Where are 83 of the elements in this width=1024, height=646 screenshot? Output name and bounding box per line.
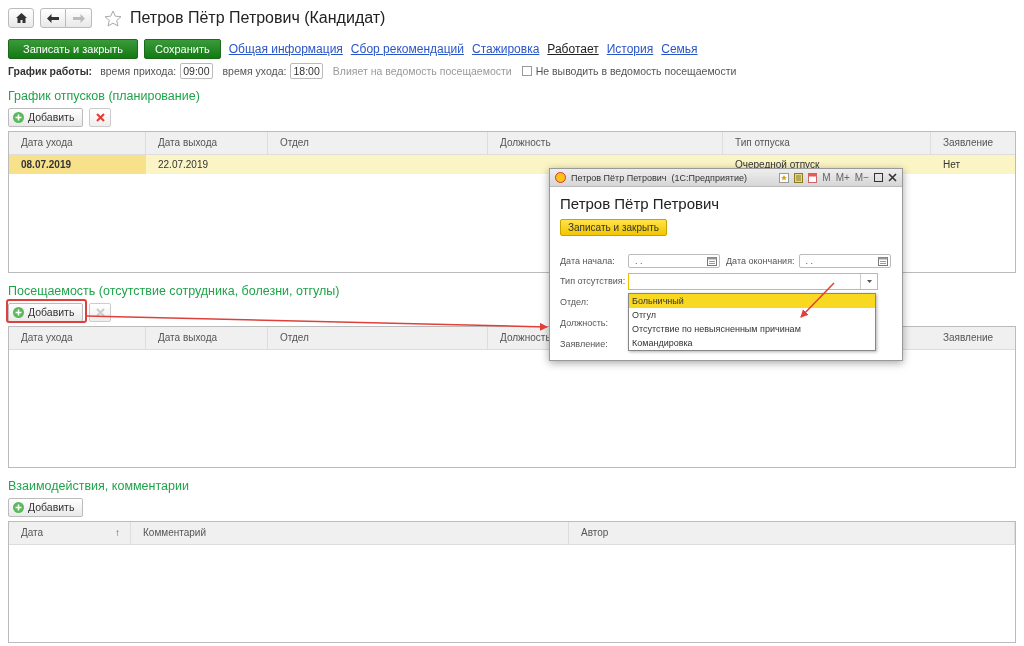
column-header[interactable]: Автор	[581, 527, 609, 544]
home-button[interactable]	[8, 8, 34, 28]
plus-icon	[13, 501, 24, 513]
arrival-label: время прихода:	[100, 64, 177, 77]
column-header[interactable]: Комментарий	[143, 527, 206, 544]
column-header[interactable]: Тип отпуска	[735, 137, 790, 154]
memory-button[interactable]: M+	[835, 172, 850, 183]
caret-icon	[866, 279, 872, 283]
dialog-heading: Петров Пётр Петрович	[560, 195, 721, 212]
star-icon[interactable]	[104, 9, 122, 27]
save-button[interactable]: Сохранить	[144, 39, 221, 59]
field-label: Дата окончания:	[726, 256, 795, 266]
field-label: Дата начала:	[560, 256, 616, 266]
close-icon	[95, 307, 105, 317]
calendar-icon[interactable]	[707, 256, 717, 266]
column-header[interactable]: Дата ухода	[21, 332, 73, 349]
tab-link[interactable]: История	[606, 42, 654, 56]
close-icon	[95, 112, 105, 122]
arrow	[800, 282, 835, 318]
column-header[interactable]: Отдел	[280, 332, 309, 349]
schedule-label: График работы:	[8, 64, 93, 77]
leave-label: время ухода:	[222, 64, 287, 77]
table-cell: Очередной отпуск	[735, 159, 820, 170]
save-close-button[interactable]: Записать и закрыть	[560, 219, 667, 236]
tab-link[interactable]: Стажировка	[472, 42, 540, 56]
column-header[interactable]: Заявление	[943, 137, 994, 154]
column-header[interactable]: Дата выхода	[158, 332, 218, 349]
field-label: Отдел:	[560, 297, 590, 307]
add-button[interactable]: Добавить	[8, 497, 84, 517]
tab-link[interactable]: Работает	[547, 42, 599, 56]
dropdown-option[interactable]: Больничный	[629, 294, 875, 308]
section-title: График отпусков (планирование)	[8, 89, 201, 104]
field-label: Тип отсутствия:	[560, 276, 624, 286]
column-header[interactable]: Должность	[500, 332, 551, 349]
column-header[interactable]: Дата	[21, 527, 44, 544]
star-icon[interactable]	[779, 172, 790, 183]
column-header[interactable]: Должность	[500, 137, 551, 154]
plus-icon	[13, 111, 24, 123]
plus-icon	[13, 306, 24, 318]
table-cell: Нет	[943, 159, 961, 170]
time-field[interactable]: 18:00	[290, 62, 323, 79]
section-title: Взаимодействия, комментарии	[8, 479, 190, 494]
maximize-icon[interactable]	[874, 173, 883, 182]
calculator-icon[interactable]	[794, 172, 804, 183]
close-icon[interactable]	[888, 173, 897, 182]
dialog-title: Петров Пётр Петрович (1С:Предприятие)	[571, 172, 747, 183]
time-field[interactable]: 09:00	[180, 62, 213, 79]
checkbox[interactable]	[521, 65, 532, 76]
arrow-left-icon	[47, 13, 59, 23]
save-close-button[interactable]: Записать и закрыть	[8, 39, 139, 59]
back-button[interactable]	[40, 8, 66, 28]
add-button[interactable]: Добавить	[8, 302, 84, 322]
home-icon	[15, 13, 27, 23]
column-header[interactable]: Дата ухода	[21, 137, 73, 154]
tab-link[interactable]: Сбор рекомендаций	[350, 42, 464, 56]
checkbox-label: Не выводить в ведомость посещаемости	[535, 64, 737, 77]
dropdown-option[interactable]: Отгул	[629, 308, 875, 322]
delete-button[interactable]	[89, 107, 112, 127]
column-header[interactable]: Дата выхода	[158, 137, 218, 154]
tab-link[interactable]: Семья	[661, 42, 698, 56]
calendar-icon[interactable]	[808, 172, 818, 183]
date-field[interactable]: . .	[798, 254, 891, 268]
tab-link[interactable]: Общая информация	[228, 42, 343, 56]
memory-button[interactable]: M−	[854, 172, 869, 183]
field-label: Должность:	[560, 318, 610, 328]
column-header[interactable]: Заявление	[943, 332, 994, 349]
table-cell: 08.07.2019	[21, 159, 72, 170]
sort-indicator[interactable]: ↑	[115, 527, 120, 544]
app-logo-icon	[555, 172, 566, 183]
dropdown-field[interactable]	[628, 272, 878, 290]
section-title: Посещаемость (отсутствие сотрудника, болезни, отгулы)	[8, 284, 341, 299]
column-header[interactable]: Отдел	[280, 137, 309, 154]
dropdown-option[interactable]: Отсутствие по невыясненным причинам	[629, 322, 875, 336]
calendar-icon[interactable]	[877, 256, 888, 266]
note-text: Влияет на ведомость посещаемости	[332, 64, 512, 77]
window-title: Петров Пётр Петрович (Кандидат)	[130, 9, 386, 27]
date-field[interactable]: . .	[628, 254, 720, 268]
arrow-right-icon	[72, 13, 85, 23]
dropdown-option[interactable]: Командировка	[629, 336, 875, 350]
memory-button[interactable]: M	[822, 172, 831, 183]
add-button[interactable]: Добавить	[8, 107, 84, 127]
field-label: Заявление:	[560, 339, 609, 349]
table-cell: 22.07.2019	[158, 159, 209, 170]
